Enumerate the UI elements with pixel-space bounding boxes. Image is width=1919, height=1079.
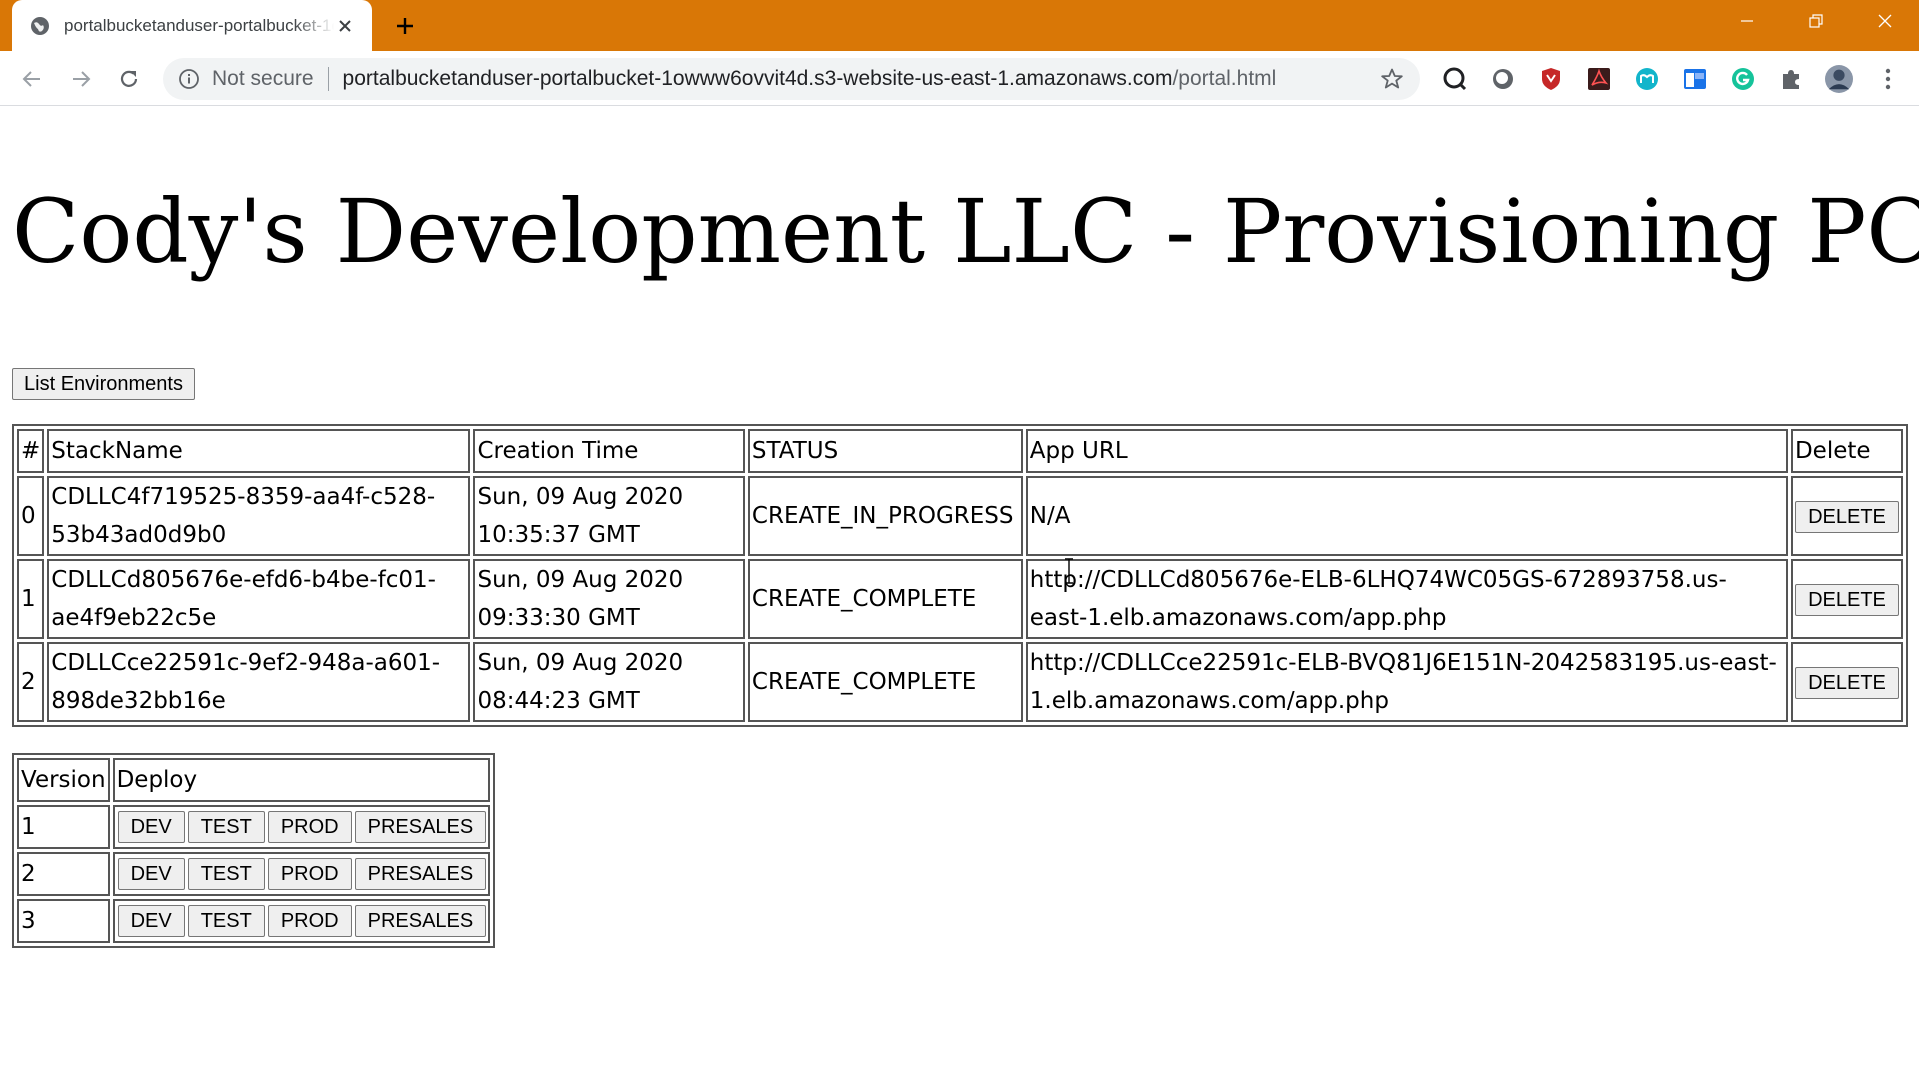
delete-cell: DELETE — [1790, 476, 1903, 556]
deploy-prod-button[interactable]: PROD — [267, 858, 352, 890]
column-header-deploy: Deploy — [112, 758, 491, 802]
address-bar[interactable]: Not secure portalbucketanduser-portalbuc… — [163, 58, 1420, 100]
deploy-cell: DEV TEST PROD PRESALES — [112, 805, 491, 849]
deploy-cell: DEV TEST PROD PRESALES — [112, 899, 491, 943]
app-url: N/A — [1025, 476, 1788, 556]
grammarly-extension-icon[interactable] — [1729, 65, 1757, 93]
row-index: 2 — [17, 642, 45, 722]
table-header-row: # StackName Creation Time STATUS App URL… — [17, 429, 1903, 473]
forward-arrow-icon[interactable] — [67, 65, 95, 93]
column-header-app-url: App URL — [1025, 429, 1788, 473]
table-row: 2 CDLLCce22591c-9ef2-948a-a601-898de32bb… — [17, 642, 1903, 722]
deploy-presales-button[interactable]: PRESALES — [354, 858, 487, 890]
version-number: 3 — [17, 899, 110, 943]
profile-avatar-icon[interactable] — [1825, 65, 1853, 93]
table-header-row: Version Deploy — [17, 758, 491, 802]
status: CREATE_COMPLETE — [747, 642, 1023, 722]
column-header-stackname: StackName — [47, 429, 471, 473]
version-row: 1 DEV TEST PROD PRESALES — [17, 805, 491, 849]
window-close-icon[interactable] — [1861, 0, 1909, 42]
creation-time: Sun, 09 Aug 2020 10:35:37 GMT — [473, 476, 745, 556]
back-arrow-icon[interactable] — [18, 65, 46, 93]
browser-toolbar: Not secure portalbucketanduser-portalbuc… — [0, 51, 1919, 106]
minimize-icon[interactable] — [1723, 0, 1771, 42]
versions-table: Version Deploy 1 DEV TEST PROD PRESALES … — [12, 753, 496, 948]
deploy-prod-button[interactable]: PROD — [267, 811, 352, 843]
url-host: portalbucketanduser-portalbucket-1owww6o… — [342, 67, 1173, 90]
globe-icon — [31, 16, 49, 35]
browser-tab-strip: portalbucketanduser-portalbucket-1owww6o… — [0, 0, 1919, 51]
app-url: http://CDLLCce22591c-ELB-BVQ81J6E151N-20… — [1025, 642, 1788, 722]
delete-cell: DELETE — [1790, 559, 1903, 639]
security-label: Not secure — [212, 67, 314, 90]
deploy-dev-button[interactable]: DEV — [117, 811, 185, 843]
window-extension-icon[interactable] — [1681, 65, 1709, 93]
pdf-extension-icon[interactable] — [1585, 65, 1613, 93]
deploy-prod-button[interactable]: PROD — [267, 905, 352, 937]
column-header-status: STATUS — [747, 429, 1023, 473]
creation-time: Sun, 09 Aug 2020 08:44:23 GMT — [473, 642, 745, 722]
status: CREATE_COMPLETE — [747, 559, 1023, 639]
page-content: Cody's Development LLC - Provisioning PO… — [0, 106, 1919, 1079]
reload-icon[interactable] — [115, 65, 143, 93]
table-row: 0 CDLLC4f719525-8359-aa4f-c528-53b43ad0d… — [17, 476, 1903, 556]
column-header-version: Version — [17, 758, 110, 802]
star-icon[interactable] — [1380, 67, 1404, 91]
version-number: 1 — [17, 805, 110, 849]
page-title: Cody's Development LLC - Provisioning PO… — [12, 180, 1919, 283]
deploy-test-button[interactable]: TEST — [187, 811, 265, 843]
column-header-delete: Delete — [1790, 429, 1903, 473]
stack-name: CDLLCce22591c-9ef2-948a-a601-898de32bb16… — [47, 642, 471, 722]
shield-extension-icon[interactable] — [1537, 65, 1565, 93]
browser-tab-active[interactable]: portalbucketanduser-portalbucket-1owww6o… — [12, 0, 372, 51]
delete-button[interactable]: DELETE — [1794, 501, 1899, 533]
m-extension-icon[interactable] — [1633, 65, 1661, 93]
deploy-test-button[interactable]: TEST — [187, 905, 265, 937]
status: CREATE_IN_PROGRESS — [747, 476, 1023, 556]
tab-title: portalbucketanduser-portalbucket-1owww6o… — [64, 15, 334, 35]
deploy-presales-button[interactable]: PRESALES — [354, 811, 487, 843]
new-tab-button[interactable] — [392, 13, 418, 39]
list-environments-button[interactable]: List Environments — [12, 368, 195, 400]
lens-extension-icon[interactable] — [1441, 65, 1469, 93]
version-row: 3 DEV TEST PROD PRESALES — [17, 899, 491, 943]
text-cursor-icon — [1065, 558, 1073, 584]
puzzle-extension-icon[interactable] — [1777, 65, 1805, 93]
version-row: 2 DEV TEST PROD PRESALES — [17, 852, 491, 896]
deploy-test-button[interactable]: TEST — [187, 858, 265, 890]
stack-name: CDLLCd805676e-efd6-b4be-fc01-ae4f9eb22c5… — [47, 559, 471, 639]
close-icon[interactable] — [334, 15, 356, 37]
table-row: 1 CDLLCd805676e-efd6-b4be-fc01-ae4f9eb22… — [17, 559, 1903, 639]
url-path: /portal.html — [1172, 67, 1277, 90]
delete-button[interactable]: DELETE — [1794, 584, 1899, 616]
delete-cell: DELETE — [1790, 642, 1903, 722]
deploy-cell: DEV TEST PROD PRESALES — [112, 852, 491, 896]
delete-button[interactable]: DELETE — [1794, 667, 1899, 699]
version-number: 2 — [17, 852, 110, 896]
restore-icon[interactable] — [1792, 0, 1840, 42]
column-header-creation-time: Creation Time — [473, 429, 745, 473]
info-icon[interactable] — [178, 68, 200, 90]
column-header-index: # — [17, 429, 45, 473]
omnibox-divider — [327, 67, 329, 91]
environments-table: # StackName Creation Time STATUS App URL… — [12, 424, 1908, 727]
deploy-presales-button[interactable]: PRESALES — [354, 905, 487, 937]
stack-name: CDLLC4f719525-8359-aa4f-c528-53b43ad0d9b… — [47, 476, 471, 556]
deploy-dev-button[interactable]: DEV — [117, 905, 185, 937]
circle-extension-icon[interactable] — [1489, 65, 1517, 93]
app-url: http://CDLLCd805676e-ELB-6LHQ74WC05GS-67… — [1025, 559, 1788, 639]
row-index: 0 — [17, 476, 45, 556]
row-index: 1 — [17, 559, 45, 639]
creation-time: Sun, 09 Aug 2020 09:33:30 GMT — [473, 559, 745, 639]
menu-kebab-icon[interactable] — [1874, 65, 1902, 93]
deploy-dev-button[interactable]: DEV — [117, 858, 185, 890]
